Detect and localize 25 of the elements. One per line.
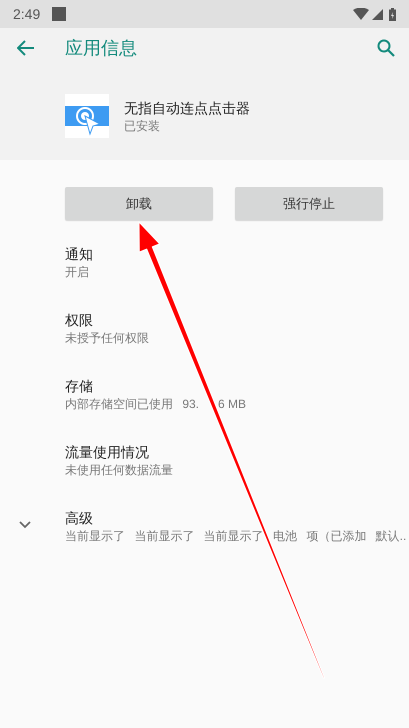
clock: 2:49 bbox=[13, 4, 40, 24]
search-icon[interactable] bbox=[377, 39, 395, 57]
install-status: 已安装 bbox=[124, 118, 161, 134]
setting-title[interactable]: 高级 bbox=[65, 508, 93, 528]
setting-summary: 6 MB bbox=[218, 396, 246, 412]
wifi-icon bbox=[353, 8, 369, 20]
action-button[interactable]: 卸载 bbox=[65, 187, 213, 220]
back-icon[interactable] bbox=[17, 40, 35, 56]
notification-icon bbox=[52, 7, 66, 21]
setting-title[interactable]: 权限 bbox=[65, 310, 93, 330]
setting-title[interactable]: 存储 bbox=[65, 376, 93, 396]
page-title: 应用信息 bbox=[65, 36, 137, 60]
setting-summary: 未使用任何数据流量 bbox=[65, 462, 173, 478]
setting-summary: 当前显示了 当前显示了 当前显示了 电池 项（已添加 默认.. bbox=[65, 528, 406, 544]
setting-summary: 内部存储空间已使用 93. bbox=[65, 396, 200, 412]
app-icon bbox=[65, 94, 109, 138]
expand-icon[interactable] bbox=[19, 521, 31, 529]
signal-icon bbox=[372, 8, 383, 20]
action-button[interactable]: 强行停止 bbox=[235, 187, 383, 220]
setting-summary: 未授予任何权限 bbox=[65, 330, 149, 346]
app-name: 无指自动连点点击器 bbox=[124, 98, 250, 118]
setting-title[interactable]: 流量使用情况 bbox=[65, 442, 149, 462]
battery-icon bbox=[389, 8, 396, 20]
setting-summary: 开启 bbox=[65, 264, 89, 280]
setting-title[interactable]: 通知 bbox=[65, 244, 93, 264]
